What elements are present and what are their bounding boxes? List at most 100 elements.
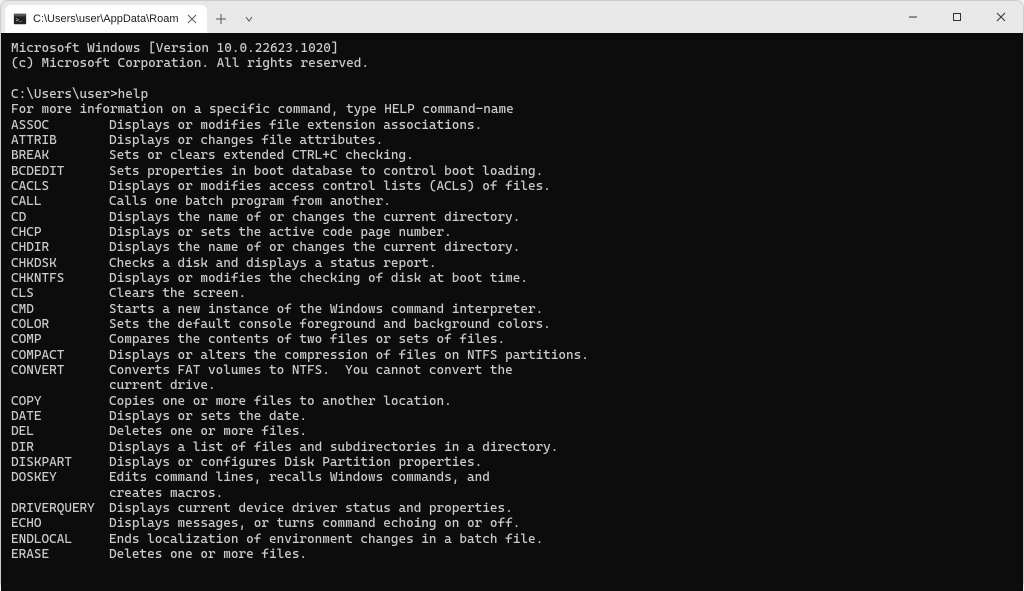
- svg-text:>_: >_: [16, 18, 23, 24]
- command-description: Displays the name of or changes the curr…: [109, 210, 520, 225]
- command-name: CD: [11, 210, 109, 225]
- command-description: Clears the screen.: [109, 286, 246, 301]
- command-name: ERASE: [11, 547, 109, 562]
- tab-close-button[interactable]: [185, 12, 199, 26]
- window-controls: [891, 1, 1023, 33]
- command-description-continued: creates macros.: [109, 486, 1013, 501]
- close-button[interactable]: [979, 1, 1023, 33]
- command-name: COMPACT: [11, 348, 109, 363]
- new-tab-button[interactable]: [207, 5, 235, 33]
- command-description: Displays or modifies the checking of dis…: [109, 271, 528, 286]
- command-description: Displays or configures Disk Partition pr…: [109, 455, 482, 470]
- command-row: BREAKSets or clears extended CTRL+C chec…: [11, 148, 1013, 163]
- command-name: CLS: [11, 286, 109, 301]
- terminal[interactable]: Microsoft Windows [Version 10.0.22623.10…: [1, 33, 1023, 591]
- command-name: CALL: [11, 194, 109, 209]
- minimize-button[interactable]: [891, 1, 935, 33]
- banner-line: (c) Microsoft Corporation. All rights re…: [11, 56, 1013, 71]
- command-row: ASSOCDisplays or modifies file extension…: [11, 118, 1013, 133]
- command-description-continued: current drive.: [109, 378, 1013, 393]
- command-row: ERASEDeletes one or more files.: [11, 547, 1013, 562]
- command-description: Displays or sets the active code page nu…: [109, 225, 452, 240]
- command-name: COPY: [11, 394, 109, 409]
- command-description: Copies one or more files to another loca…: [109, 394, 452, 409]
- command-name: CHDIR: [11, 240, 109, 255]
- command-name: DRIVERQUERY: [11, 501, 109, 516]
- command-name: ATTRIB: [11, 133, 109, 148]
- command-row: CMDStarts a new instance of the Windows …: [11, 302, 1013, 317]
- command-row: DIRDisplays a list of files and subdirec…: [11, 440, 1013, 455]
- command-name: CONVERT: [11, 363, 109, 378]
- command-row: CALLCalls one batch program from another…: [11, 194, 1013, 209]
- command-description: Deletes one or more files.: [109, 547, 307, 562]
- prompt: C:\Users\user>: [11, 87, 118, 102]
- command-row: ATTRIBDisplays or changes file attribute…: [11, 133, 1013, 148]
- command-row: DISKPARTDisplays or configures Disk Part…: [11, 455, 1013, 470]
- command-row: CHCPDisplays or sets the active code pag…: [11, 225, 1013, 240]
- command-name: CHKNTFS: [11, 271, 109, 286]
- command-name: DATE: [11, 409, 109, 424]
- command-row: CONVERTConverts FAT volumes to NTFS. You…: [11, 363, 1013, 378]
- command-row: COMPCompares the contents of two files o…: [11, 332, 1013, 347]
- command-row: ECHODisplays messages, or turns command …: [11, 516, 1013, 531]
- command-name: ECHO: [11, 516, 109, 531]
- command-description: Converts FAT volumes to NTFS. You cannot…: [109, 363, 513, 378]
- command-name: DISKPART: [11, 455, 109, 470]
- blank-line: [11, 72, 1013, 87]
- command-name: DEL: [11, 424, 109, 439]
- command-description: Sets or clears extended CTRL+C checking.: [109, 148, 414, 163]
- command-row: DOSKEYEdits command lines, recalls Windo…: [11, 470, 1013, 485]
- command-name: COMP: [11, 332, 109, 347]
- tab-area: >_ C:\Users\user\AppData\Roam: [1, 1, 891, 33]
- command-name: BCDEDIT: [11, 164, 109, 179]
- command-description: Calls one batch program from another.: [109, 194, 391, 209]
- command-description: Displays or modifies access control list…: [109, 179, 551, 194]
- command-description: Compares the contents of two files or se…: [109, 332, 505, 347]
- cmd-icon: >_: [13, 12, 27, 26]
- prompt-line: C:\Users\user>help: [11, 87, 1013, 102]
- command-name: CACLS: [11, 179, 109, 194]
- command-row: COPYCopies one or more files to another …: [11, 394, 1013, 409]
- tab-title: C:\Users\user\AppData\Roam: [33, 13, 179, 25]
- command-name: DIR: [11, 440, 109, 455]
- command-description: Displays the name of or changes the curr…: [109, 240, 520, 255]
- command-row: ENDLOCALEnds localization of environment…: [11, 532, 1013, 547]
- command-name: COLOR: [11, 317, 109, 332]
- titlebar: >_ C:\Users\user\AppData\Roam: [1, 1, 1023, 33]
- command-description: Displays or sets the date.: [109, 409, 307, 424]
- command-row: CHKNTFSDisplays or modifies the checking…: [11, 271, 1013, 286]
- command-description: Checks a disk and displays a status repo…: [109, 256, 437, 271]
- command-row: CACLSDisplays or modifies access control…: [11, 179, 1013, 194]
- command-description: Edits command lines, recalls Windows com…: [109, 470, 490, 485]
- command-description: Ends localization of environment changes…: [109, 532, 543, 547]
- command-row: DRIVERQUERYDisplays current device drive…: [11, 501, 1013, 516]
- maximize-button[interactable]: [935, 1, 979, 33]
- command-row: CLSClears the screen.: [11, 286, 1013, 301]
- typed-command: help: [118, 87, 148, 102]
- command-description: Displays a list of files and subdirector…: [109, 440, 558, 455]
- tab[interactable]: >_ C:\Users\user\AppData\Roam: [5, 5, 207, 33]
- command-row: COLORSets the default console foreground…: [11, 317, 1013, 332]
- tab-dropdown-button[interactable]: [235, 5, 263, 33]
- banner-line: Microsoft Windows [Version 10.0.22623.10…: [11, 41, 1013, 56]
- command-description: Displays or modifies file extension asso…: [109, 118, 482, 133]
- command-description: Displays or alters the compression of fi…: [109, 348, 589, 363]
- command-name: DOSKEY: [11, 470, 109, 485]
- help-header: For more information on a specific comma…: [11, 102, 1013, 117]
- command-row: COMPACTDisplays or alters the compressio…: [11, 348, 1013, 363]
- command-name: CMD: [11, 302, 109, 317]
- command-description: Displays messages, or turns command echo…: [109, 516, 520, 531]
- command-description: Sets the default console foreground and …: [109, 317, 551, 332]
- command-name: BREAK: [11, 148, 109, 163]
- command-row: BCDEDITSets properties in boot database …: [11, 164, 1013, 179]
- command-row: CDDisplays the name of or changes the cu…: [11, 210, 1013, 225]
- command-description: Displays current device driver status an…: [109, 501, 513, 516]
- command-row: CHDIRDisplays the name of or changes the…: [11, 240, 1013, 255]
- command-list: ASSOCDisplays or modifies file extension…: [11, 118, 1013, 563]
- command-row: DATEDisplays or sets the date.: [11, 409, 1013, 424]
- command-description: Displays or changes file attributes.: [109, 133, 383, 148]
- command-name: ENDLOCAL: [11, 532, 109, 547]
- command-description: Deletes one or more files.: [109, 424, 307, 439]
- command-name: CHCP: [11, 225, 109, 240]
- command-description: Sets properties in boot database to cont…: [109, 164, 543, 179]
